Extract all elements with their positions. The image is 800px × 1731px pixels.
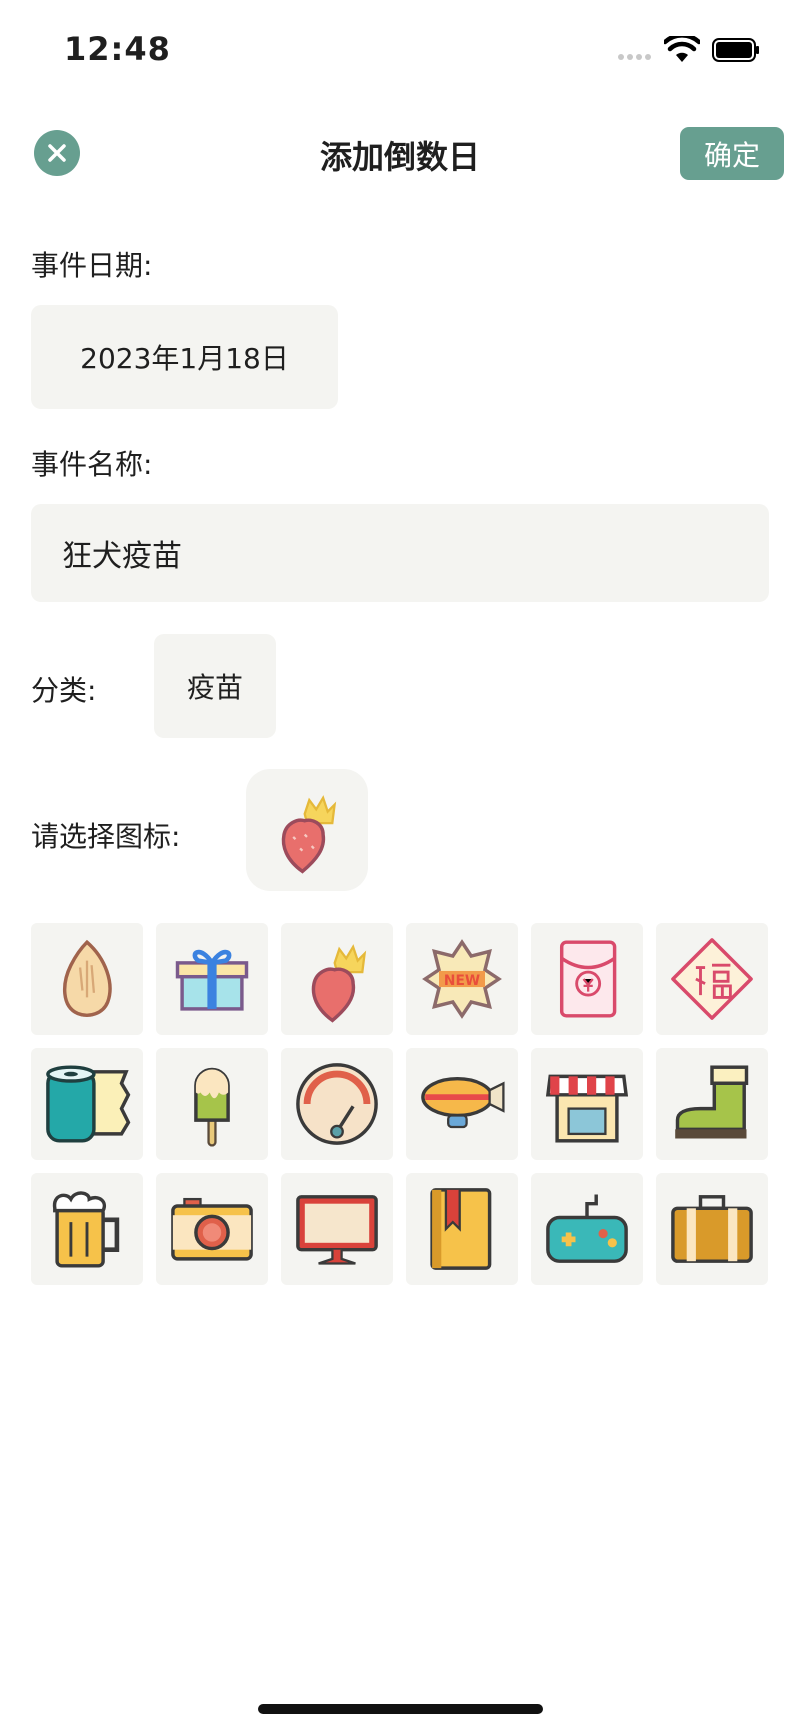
cellular-signal-icon (618, 54, 651, 60)
icon-option-gamepad[interactable] (531, 1173, 643, 1285)
popsicle-icon (194, 1067, 230, 1147)
strawberry-crown-icon (281, 795, 337, 874)
icon-option-camera[interactable] (156, 1173, 268, 1285)
icon-label: 请选择图标: (31, 820, 181, 853)
icon-option-gift[interactable] (156, 923, 268, 1035)
strawberry-crown-icon (311, 944, 367, 1023)
gamepad-icon (546, 1194, 628, 1263)
airship-icon (421, 1076, 505, 1129)
book-icon (430, 1188, 492, 1270)
icon-grid: NEW (31, 923, 769, 1285)
gauge-icon (296, 1063, 378, 1145)
icon-option-gauge[interactable] (281, 1048, 393, 1160)
paper-towel-icon (46, 1065, 131, 1143)
camera-icon (171, 1197, 253, 1261)
category-label: 分类: (31, 674, 97, 707)
battery-icon (712, 38, 759, 62)
icon-option-paper-towel[interactable] (31, 1048, 143, 1160)
red-envelope-icon (559, 940, 617, 1018)
category-selector[interactable]: 疫苗 (154, 634, 276, 738)
event-name-input[interactable]: 狂犬疫苗 (31, 504, 769, 602)
confirm-button[interactable]: 确定 (680, 127, 784, 180)
icon-option-red-envelope[interactable] (531, 923, 643, 1035)
icon-option-strawberry-crown[interactable] (281, 923, 393, 1035)
wifi-icon (664, 36, 700, 62)
fu-icon (671, 938, 753, 1020)
almond-icon (63, 939, 112, 1017)
icon-option-book[interactable] (406, 1173, 518, 1285)
date-picker-field[interactable]: 2023年1月18日 (31, 305, 338, 409)
icon-option-new-badge[interactable]: NEW (406, 923, 518, 1035)
briefcase-icon (671, 1195, 753, 1263)
shop-icon (545, 1074, 629, 1143)
status-time: 12:48 (64, 30, 171, 68)
icon-option-popsicle[interactable] (156, 1048, 268, 1160)
beer-icon (52, 1191, 120, 1268)
icon-option-beer[interactable] (31, 1173, 143, 1285)
icon-option-airship[interactable] (406, 1048, 518, 1160)
new-badge-icon: NEW (422, 939, 502, 1019)
date-label: 事件日期: (31, 249, 153, 282)
home-indicator (258, 1704, 543, 1714)
boot-icon (675, 1065, 749, 1139)
icon-option-monitor[interactable] (281, 1173, 393, 1285)
icon-option-almond[interactable] (31, 923, 143, 1035)
name-label: 事件名称: (31, 448, 153, 481)
icon-option-briefcase[interactable] (656, 1173, 768, 1285)
icon-option-boot[interactable] (656, 1048, 768, 1160)
icon-option-shop[interactable] (531, 1048, 643, 1160)
svg-text:NEW: NEW (444, 973, 480, 989)
selected-icon-preview (246, 769, 368, 891)
monitor-icon (296, 1195, 378, 1265)
gift-icon (175, 949, 249, 1011)
icon-option-fu[interactable] (656, 923, 768, 1035)
